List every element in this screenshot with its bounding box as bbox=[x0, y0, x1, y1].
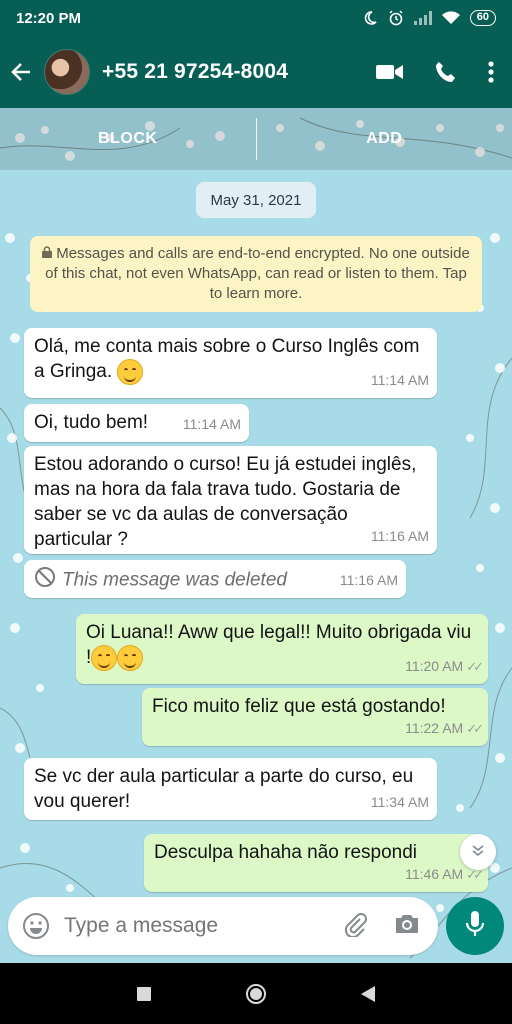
block-add-bar: BLOCK ADD bbox=[0, 108, 512, 170]
smiling-emoji-icon bbox=[117, 645, 144, 671]
nav-triangle-icon[interactable] bbox=[360, 985, 376, 1003]
avatar[interactable] bbox=[44, 49, 90, 95]
lock-icon bbox=[42, 244, 53, 264]
encryption-notice[interactable]: Messages and calls are end-to-end encryp… bbox=[30, 236, 482, 312]
double-check-icon: ✓✓ bbox=[466, 721, 484, 736]
scroll-to-bottom-button[interactable] bbox=[460, 834, 496, 870]
more-vert-icon[interactable] bbox=[488, 61, 494, 83]
message-bubble[interactable]: Oi, tudo bem! 11:14 AM bbox=[24, 404, 249, 442]
message-time: 11:34 AM bbox=[370, 794, 429, 810]
mic-icon bbox=[464, 910, 486, 943]
message-bubble[interactable]: Fico muito feliz que está gostando! 11:2… bbox=[142, 688, 488, 746]
message-time: 11:14 AM bbox=[182, 416, 241, 432]
message-bubble[interactable]: Desculpa hahaha não respondi 11:46 AM ✓✓ bbox=[144, 834, 488, 892]
add-button[interactable]: ADD bbox=[257, 130, 512, 148]
composer-tools bbox=[342, 911, 420, 942]
date-chip: May 31, 2021 bbox=[196, 182, 316, 218]
wifi-icon bbox=[441, 11, 460, 25]
attach-icon[interactable] bbox=[342, 911, 368, 942]
nav-square-icon[interactable] bbox=[136, 986, 152, 1002]
status-bar: 12:20 PM 60 bbox=[0, 0, 512, 36]
message-time: 11:22 AM bbox=[405, 720, 464, 736]
block-button[interactable]: BLOCK bbox=[0, 130, 256, 148]
message-time: 11:46 AM bbox=[405, 866, 464, 882]
signal-icon bbox=[413, 11, 432, 25]
moon-icon bbox=[362, 10, 378, 26]
alarm-icon bbox=[388, 10, 404, 26]
message-bubble[interactable]: Olá, me conta mais sobre o Curso Inglês … bbox=[24, 328, 437, 398]
message-text: Estou adorando o curso! Eu já estudei in… bbox=[34, 454, 417, 550]
message-time: 11:20 AM bbox=[405, 658, 464, 674]
video-call-icon[interactable] bbox=[376, 62, 404, 82]
contact-name[interactable]: +55 21 97254-8004 bbox=[102, 60, 376, 84]
back-arrow-icon[interactable] bbox=[10, 61, 36, 83]
message-bubble-deleted[interactable]: This message was deleted 11:16 AM bbox=[24, 560, 406, 598]
nav-circle-icon[interactable] bbox=[245, 983, 267, 1005]
smiling-emoji-icon bbox=[91, 645, 118, 671]
battery-indicator: 60 bbox=[469, 10, 496, 26]
chat-header: +55 21 97254-8004 bbox=[0, 36, 512, 108]
encryption-text: Messages and calls are end-to-end encryp… bbox=[45, 245, 470, 302]
status-time: 12:20 PM bbox=[16, 9, 82, 27]
chevron-down-icon bbox=[470, 842, 486, 863]
mic-button[interactable] bbox=[446, 897, 504, 955]
message-time: 11:14 AM bbox=[370, 372, 429, 388]
message-bubble[interactable]: Oi Luana!! Aww que legal!! Muito obrigad… bbox=[76, 614, 488, 684]
message-input[interactable] bbox=[64, 914, 342, 938]
grinning-emoji-icon bbox=[117, 359, 144, 385]
message-bubble[interactable]: Se vc der aula particular a parte do cur… bbox=[24, 758, 437, 820]
phone-icon[interactable] bbox=[434, 60, 458, 84]
camera-icon[interactable] bbox=[394, 912, 420, 941]
emoji-icon[interactable] bbox=[22, 912, 50, 940]
message-text: Olá, me conta mais sobre o Curso Inglês … bbox=[34, 334, 427, 385]
double-check-icon: ✓✓ bbox=[466, 659, 484, 674]
header-actions bbox=[376, 60, 494, 84]
system-navigation-bar bbox=[0, 963, 512, 1024]
message-text: Se vc der aula particular a parte do cur… bbox=[34, 766, 414, 812]
message-composer bbox=[8, 897, 438, 955]
deleted-icon bbox=[34, 566, 56, 595]
message-time: 11:16 AM bbox=[339, 572, 398, 588]
message-time: 11:16 AM bbox=[370, 528, 429, 544]
message-bubble[interactable]: Estou adorando o curso! Eu já estudei in… bbox=[24, 446, 437, 554]
status-icons: 60 bbox=[362, 10, 496, 26]
